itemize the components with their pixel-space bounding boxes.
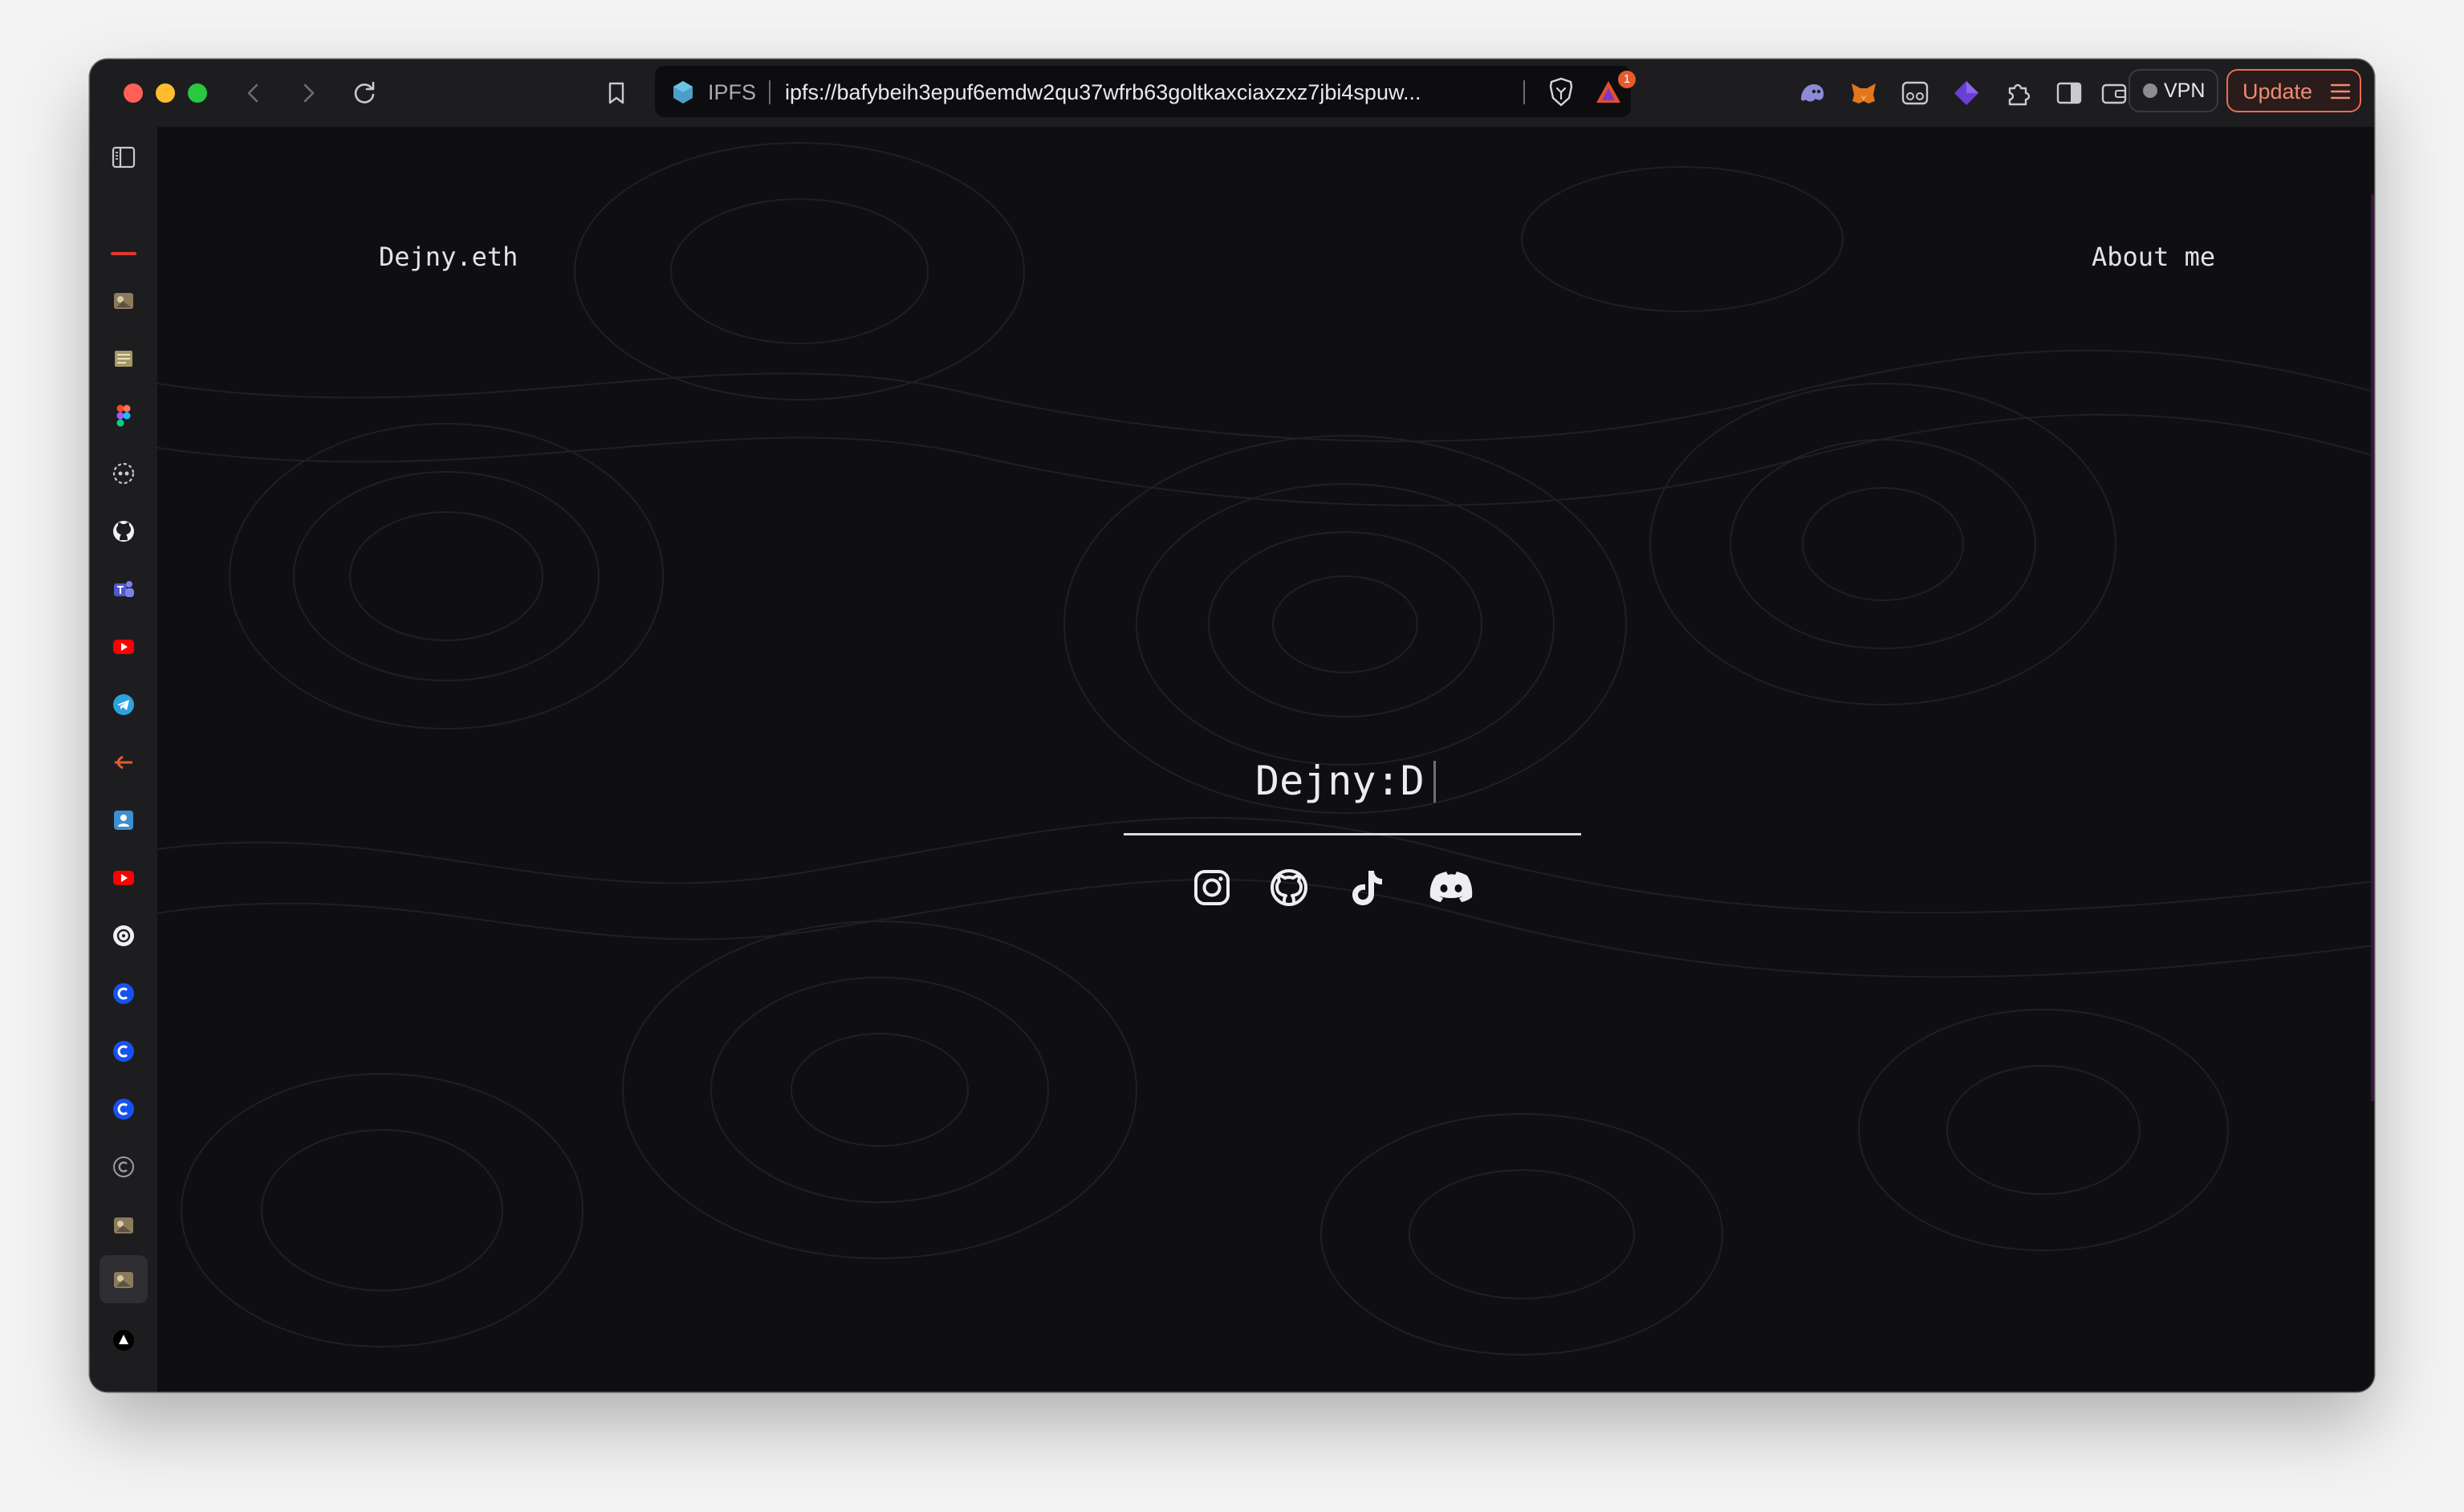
layers-extension-icon[interactable] xyxy=(1949,75,1984,111)
telegram-icon[interactable] xyxy=(106,687,141,722)
youtube-icon[interactable] xyxy=(106,629,141,665)
vpn-label: VPN xyxy=(2164,79,2206,102)
minimize-window-button[interactable] xyxy=(156,83,175,103)
extensions-icon[interactable] xyxy=(2000,75,2035,111)
url-scheme-label: IPFS xyxy=(708,80,757,104)
coinbase-icon-2[interactable] xyxy=(106,1034,141,1069)
vpn-button[interactable]: VPN xyxy=(2129,69,2218,112)
typing-cursor xyxy=(1433,761,1436,803)
tiktok-icon[interactable] xyxy=(1344,864,1392,912)
ghost-extension-icon[interactable] xyxy=(1795,75,1830,111)
app-icon-6[interactable] xyxy=(106,1207,141,1242)
web-page: Dejny.eth About me Dejny:D xyxy=(157,127,2374,1392)
bookmark-icon[interactable] xyxy=(599,75,634,111)
metamask-icon[interactable] xyxy=(1846,75,1881,111)
hero-divider xyxy=(1124,833,1581,835)
ipfs-icon xyxy=(669,79,697,106)
app-icon-7[interactable] xyxy=(100,1255,148,1303)
about-me-link[interactable]: About me xyxy=(2092,242,2215,272)
app-icon-2[interactable] xyxy=(106,340,141,376)
url-text[interactable]: ipfs://bafybeih3epuf6emdw2qu37wfrb63golt… xyxy=(785,80,1507,105)
coinbase-icon-3[interactable] xyxy=(106,1091,141,1127)
hero-title: Dejny:D xyxy=(1255,758,1425,804)
rewards-badge: 1 xyxy=(1618,71,1636,88)
url-divider xyxy=(769,80,771,104)
maximize-window-button[interactable] xyxy=(188,83,207,103)
app-icon-8[interactable] xyxy=(106,1323,141,1358)
browser-window: IPFS ipfs://bafybeih3epuf6emdw2qu37wfrb6… xyxy=(90,59,2374,1392)
chatgpt-icon[interactable] xyxy=(106,918,141,953)
scroll-edge xyxy=(2371,194,2374,1101)
forward-icon[interactable] xyxy=(291,75,326,111)
github-icon[interactable] xyxy=(106,514,141,549)
app-icon-3[interactable] xyxy=(106,456,141,491)
url-divider-2 xyxy=(1523,80,1525,104)
app-icon-5[interactable] xyxy=(106,1149,141,1185)
close-window-button[interactable] xyxy=(124,83,143,103)
sidebar-toggle-icon[interactable] xyxy=(106,140,141,175)
app-icon-4[interactable] xyxy=(106,745,141,780)
coinbase-icon[interactable] xyxy=(106,976,141,1011)
vpn-status-icon xyxy=(2143,83,2157,98)
sidebar-panel-icon[interactable] xyxy=(2051,75,2087,111)
app-icon-1[interactable] xyxy=(106,282,141,318)
hamburger-menu-icon xyxy=(2330,83,2351,100)
update-button[interactable]: Update xyxy=(2226,69,2361,112)
instagram-icon[interactable] xyxy=(1188,864,1236,912)
browser-toolbar: IPFS ipfs://bafybeih3epuf6emdw2qu37wfrb6… xyxy=(90,59,2374,128)
update-label: Update xyxy=(2242,79,2313,104)
youtube-icon-2[interactable] xyxy=(106,860,141,896)
back-icon[interactable] xyxy=(236,75,271,111)
brave-shields-icon[interactable] xyxy=(1547,77,1575,108)
address-bar[interactable]: IPFS ipfs://bafybeih3epuf6emdw2qu37wfrb6… xyxy=(655,66,1636,117)
reader-extension-icon[interactable] xyxy=(1897,75,1933,111)
github-icon[interactable] xyxy=(1265,864,1313,912)
contacts-icon[interactable] xyxy=(106,803,141,838)
teams-icon[interactable] xyxy=(106,571,141,607)
browser-sidebar xyxy=(90,127,157,1392)
reading-list-icon[interactable] xyxy=(111,252,136,255)
discord-icon[interactable] xyxy=(1424,864,1478,912)
site-logo[interactable]: Dejny.eth xyxy=(379,242,518,272)
wallet-icon[interactable] xyxy=(2096,75,2132,111)
figma-icon[interactable] xyxy=(106,398,141,433)
reload-icon[interactable] xyxy=(347,75,382,111)
